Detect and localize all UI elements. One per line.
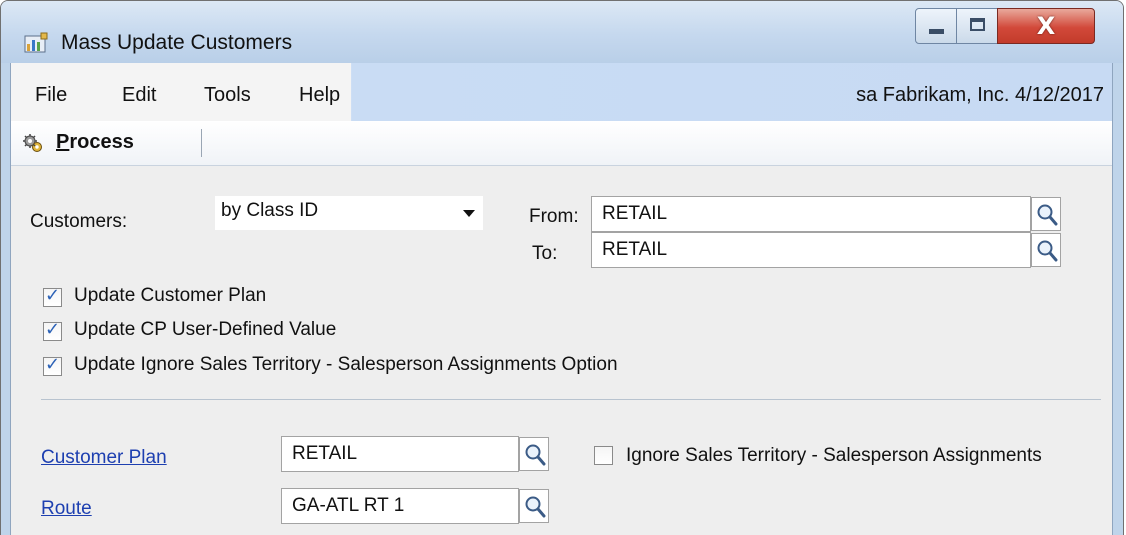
magnifier-icon — [1037, 204, 1058, 226]
close-button[interactable]: X — [997, 8, 1095, 44]
minimize-icon — [929, 29, 944, 34]
window: Mass Update Customers X File Edit Tools … — [0, 0, 1124, 535]
menu-bar: File Edit Tools Help sa Fabrikam, Inc. 4… — [11, 63, 1112, 121]
checkmark-icon: ✓ — [45, 285, 61, 306]
to-lookup-button[interactable] — [1031, 233, 1061, 267]
form-area: Customers: by Class ID From: RETAIL To: … — [11, 166, 1112, 535]
from-label: From: — [529, 206, 579, 227]
menu-edit[interactable]: Edit — [122, 84, 156, 107]
customers-label: Customers: — [30, 211, 128, 232]
magnifier-icon — [525, 444, 546, 466]
ignore-territory-label: Ignore Sales Territory - Salesperson Ass… — [626, 445, 1042, 466]
process-label: rocess — [69, 131, 134, 153]
update-customer-plan-checkbox[interactable]: ✓ — [43, 285, 62, 307]
menu-tools[interactable]: Tools — [204, 84, 251, 107]
app-icon — [24, 32, 48, 53]
process-accelerator: P — [56, 131, 70, 153]
section-divider — [41, 399, 1101, 400]
menu-file[interactable]: File — [35, 84, 67, 107]
checkmark-icon: ✓ — [45, 319, 61, 340]
update-ignore-territory-label: Update Ignore Sales Territory - Salesper… — [74, 354, 618, 375]
update-ignore-territory-checkbox[interactable]: ✓ — [43, 354, 62, 376]
ignore-territory-checkbox[interactable] — [594, 446, 613, 465]
window-title: Mass Update Customers — [61, 31, 293, 54]
from-field[interactable]: RETAIL — [591, 196, 1031, 232]
update-cp-udv-label: Update CP User-Defined Value — [74, 319, 337, 340]
route-field[interactable]: GA-ATL RT 1 — [281, 488, 519, 524]
chevron-down-icon — [463, 210, 475, 217]
magnifier-icon — [525, 496, 546, 518]
from-lookup-button[interactable] — [1031, 197, 1061, 231]
menu-help[interactable]: Help — [299, 84, 340, 107]
route-lookup-button[interactable] — [519, 489, 549, 523]
customers-dropdown[interactable]: by Class ID — [215, 196, 483, 230]
maximize-icon — [970, 18, 985, 31]
title-bar[interactable]: Mass Update Customers X — [1, 1, 1123, 63]
status-text: sa Fabrikam, Inc. 4/12/2017 — [856, 84, 1104, 106]
route-link[interactable]: Route — [41, 498, 92, 520]
toolbar: Process — [11, 121, 1112, 166]
customer-plan-link[interactable]: Customer Plan — [41, 447, 167, 469]
maximize-button[interactable] — [956, 8, 998, 44]
update-cp-udv-checkbox[interactable]: ✓ — [43, 319, 62, 341]
gears-icon — [23, 134, 42, 152]
customer-plan-field[interactable]: RETAIL — [281, 436, 519, 472]
to-label: To: — [532, 243, 558, 264]
minimize-button[interactable] — [915, 8, 957, 44]
window-client-area: File Edit Tools Help sa Fabrikam, Inc. 4… — [10, 63, 1113, 535]
process-button[interactable]: Process — [56, 131, 134, 154]
customers-dropdown-value: by Class ID — [221, 200, 319, 221]
checkmark-icon: ✓ — [45, 354, 61, 375]
update-customer-plan-label: Update Customer Plan — [74, 285, 267, 306]
toolbar-separator — [201, 129, 202, 157]
magnifier-icon — [1037, 240, 1058, 262]
customer-plan-lookup-button[interactable] — [519, 437, 549, 471]
close-icon: X — [1036, 12, 1056, 40]
to-field[interactable]: RETAIL — [591, 232, 1031, 268]
